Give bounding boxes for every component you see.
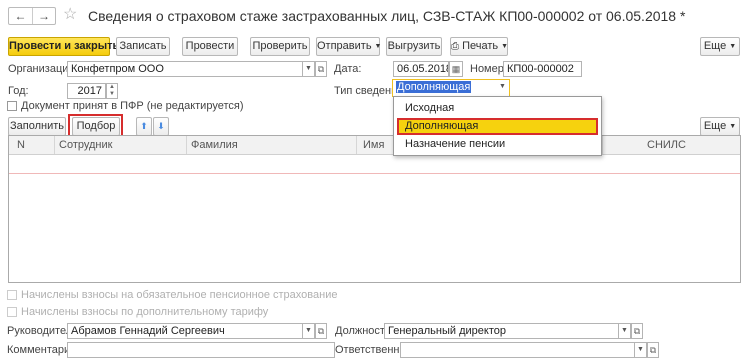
- responsible-dropdown-button[interactable]: ▼: [635, 342, 647, 358]
- head-field[interactable]: Абрамов Геннадий Сергеевич: [67, 323, 303, 339]
- stepper-down-icon: ▼: [109, 91, 115, 97]
- export-button[interactable]: Выгрузить: [386, 37, 442, 56]
- dropdown-option-supplementary[interactable]: Дополняющая: [397, 118, 598, 135]
- chevron-down-icon: ▼: [501, 43, 509, 50]
- chevron-down-icon: ▼: [637, 346, 644, 353]
- favorite-star-icon[interactable]: ☆: [63, 5, 77, 25]
- send-label: Отправить: [317, 40, 372, 52]
- column-divider: [186, 136, 187, 154]
- mandatory-insurance-checkbox[interactable]: [7, 290, 17, 300]
- arrow-up-icon: ⬆: [140, 121, 148, 131]
- column-header-snils[interactable]: СНИЛС: [647, 139, 686, 153]
- table-more-button[interactable]: Еще ▼: [700, 117, 740, 136]
- responsible-open-button[interactable]: ⧉: [647, 342, 659, 358]
- save-button[interactable]: Записать: [116, 37, 170, 56]
- responsible-field[interactable]: [400, 342, 635, 358]
- pfr-accepted-checkbox[interactable]: [7, 101, 17, 111]
- column-header-n[interactable]: N: [17, 139, 25, 153]
- date-label: Дата:: [334, 63, 362, 75]
- column-header-surname[interactable]: Фамилия: [191, 139, 238, 153]
- stepper-up-icon: ▲: [109, 84, 115, 90]
- column-header-employee[interactable]: Сотрудник: [59, 139, 112, 153]
- chevron-down-icon: ▼: [499, 83, 506, 90]
- chevron-down-icon: ▼: [729, 43, 737, 50]
- pick-button[interactable]: Подбор: [72, 117, 120, 136]
- open-link-icon: ⧉: [317, 326, 325, 336]
- arrow-left-icon: ←: [14, 9, 27, 23]
- pfr-accepted-label: Документ принят в ПФР (не редактируется): [21, 100, 244, 112]
- info-type-dropdown-button[interactable]: ▼: [496, 80, 509, 96]
- print-button[interactable]: ⎙ Печать ▼: [450, 37, 508, 56]
- column-header-name[interactable]: Имя: [363, 139, 384, 153]
- print-label: Печать: [462, 40, 499, 52]
- arrow-right-icon: →: [38, 9, 50, 23]
- open-link-icon: ⧉: [317, 64, 325, 74]
- number-label: Номер:: [470, 63, 507, 75]
- chevron-down-icon: ▼: [305, 65, 312, 72]
- org-dropdown-button[interactable]: ▼: [303, 61, 315, 77]
- move-down-button[interactable]: ⬇: [153, 117, 169, 136]
- position-field[interactable]: Генеральный директор: [384, 323, 619, 339]
- position-dropdown-button[interactable]: ▼: [619, 323, 631, 339]
- column-divider: [602, 136, 603, 154]
- arrow-down-icon: ⬇: [157, 121, 165, 131]
- send-button[interactable]: Отправить ▼: [316, 37, 382, 56]
- year-label: Год:: [8, 85, 29, 97]
- mandatory-insurance-label: Начислены взносы на обязательное пенсион…: [21, 289, 338, 301]
- open-link-icon: ⧉: [649, 345, 657, 355]
- chevron-down-icon: ▼: [729, 123, 737, 130]
- year-stepper[interactable]: ▲ ▼: [106, 83, 118, 99]
- post-and-close-button[interactable]: Провести и закрыть: [8, 37, 119, 56]
- column-divider: [356, 136, 357, 154]
- info-type-selected-text: Дополняющая: [396, 81, 472, 93]
- dropdown-option-pension[interactable]: Назначение пенсии: [397, 136, 598, 153]
- additional-tariff-label: Начислены взносы по дополнительному тари…: [21, 306, 269, 318]
- table-more-label: Еще: [703, 120, 727, 132]
- back-button[interactable]: ←: [9, 8, 32, 24]
- calendar-button[interactable]: ▦: [449, 61, 463, 77]
- open-link-icon: ⧉: [633, 326, 641, 336]
- more-label: Еще: [703, 40, 727, 52]
- additional-tariff-checkbox[interactable]: [7, 307, 17, 317]
- dropdown-option-initial[interactable]: Исходная: [397, 100, 598, 117]
- position-open-button[interactable]: ⧉: [631, 323, 643, 339]
- fill-button[interactable]: Заполнить: [8, 117, 66, 136]
- forward-button[interactable]: →: [33, 8, 55, 24]
- column-divider: [54, 136, 55, 154]
- table-empty-row-line: [9, 173, 740, 174]
- head-open-button[interactable]: ⧉: [315, 323, 327, 339]
- date-field[interactable]: 06.05.2018: [393, 61, 449, 77]
- check-button[interactable]: Проверить: [250, 37, 310, 56]
- info-type-field[interactable]: Дополняющая: [393, 80, 496, 96]
- move-up-button[interactable]: ⬆: [136, 117, 152, 136]
- post-button[interactable]: Провести: [182, 37, 238, 56]
- info-type-dropdown-list: Исходная Дополняющая Назначение пенсии: [393, 96, 602, 156]
- org-field[interactable]: Конфетпром ООО: [67, 61, 303, 77]
- printer-icon: ⎙: [451, 41, 459, 52]
- chevron-down-icon: ▼: [374, 43, 382, 50]
- more-button[interactable]: Еще ▼: [700, 37, 740, 56]
- head-dropdown-button[interactable]: ▼: [303, 323, 315, 339]
- comment-field[interactable]: [67, 342, 335, 358]
- page-title: Сведения о страховом стаже застрахованны…: [88, 8, 686, 24]
- chevron-down-icon: ▼: [621, 327, 628, 334]
- year-field[interactable]: 2017: [67, 83, 106, 99]
- calendar-icon: ▦: [451, 64, 461, 74]
- number-field[interactable]: КП00-000002: [503, 61, 582, 77]
- org-open-button[interactable]: ⧉: [315, 61, 327, 77]
- chevron-down-icon: ▼: [305, 327, 312, 334]
- employees-table[interactable]: [8, 135, 741, 283]
